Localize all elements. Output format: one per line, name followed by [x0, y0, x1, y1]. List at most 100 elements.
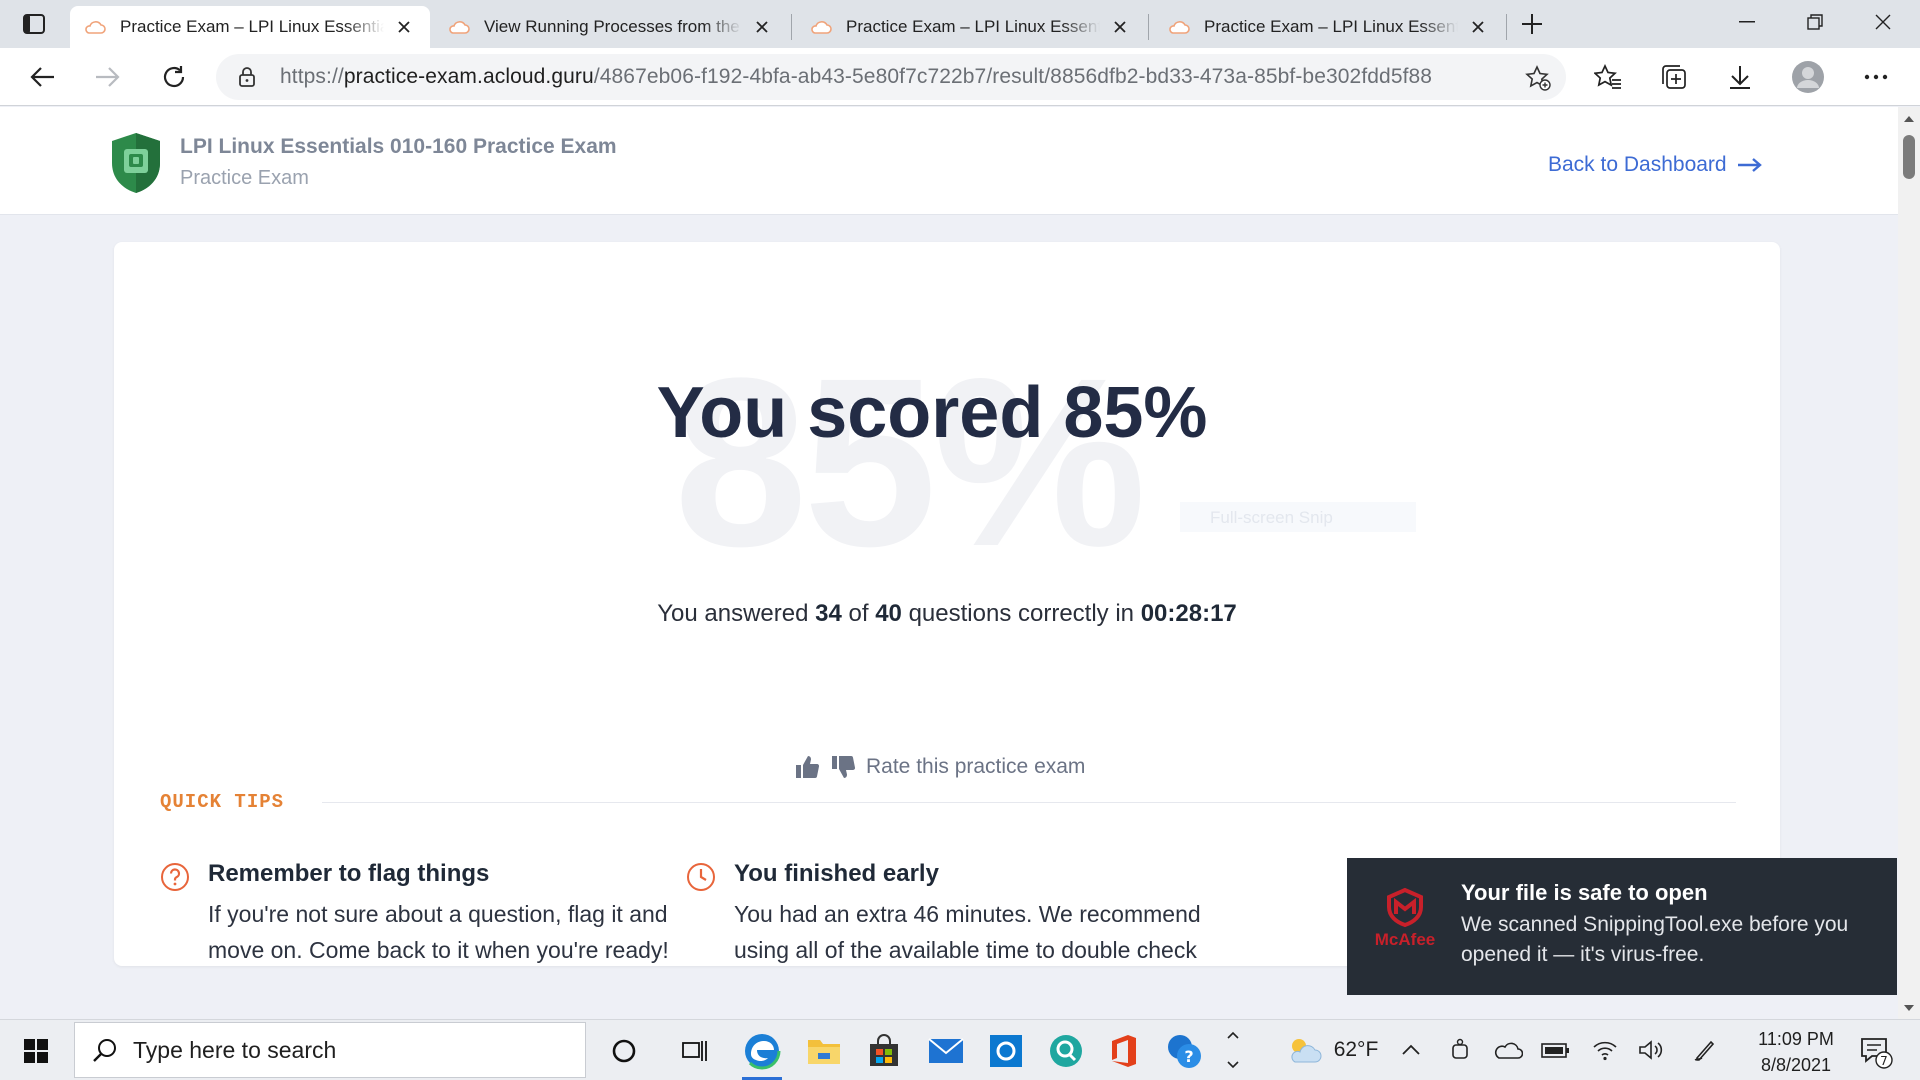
rate-exam-label[interactable]: Rate this practice exam [866, 755, 1085, 779]
minimize-button[interactable] [1714, 0, 1780, 44]
question-circle-icon [161, 863, 189, 891]
quick-tips-heading: QUICK TIPS [160, 791, 285, 813]
wifi-icon[interactable] [1588, 1030, 1622, 1070]
address-bar: https://practice-exam.acloud.guru/4867eb… [0, 48, 1920, 106]
arrow-right-icon [1737, 157, 1763, 173]
mcafee-toast[interactable]: McAfee Your file is safe to open We scan… [1347, 858, 1897, 995]
tab-separator [1506, 14, 1507, 40]
refresh-button[interactable] [154, 59, 194, 95]
exam-subtitle: Practice Exam [180, 167, 309, 189]
cloud-icon [449, 21, 470, 34]
office-icon[interactable] [1098, 1026, 1150, 1076]
toast-title: Your file is safe to open [1461, 880, 1708, 905]
cortana-icon[interactable] [598, 1026, 650, 1076]
pen-ink-workspace-icon[interactable] [1688, 1030, 1722, 1070]
search-icon [91, 1036, 119, 1064]
collections-icon[interactable] [1654, 59, 1694, 95]
tab-separator [1148, 14, 1149, 40]
tab-title: Practice Exam – LPI Linux Essentials 010… [846, 17, 1100, 36]
lock-icon[interactable] [236, 65, 258, 89]
toast-body: We scanned SnippingTool.exe before you o… [1461, 913, 1849, 966]
thumbs-down-icon[interactable] [830, 754, 856, 780]
page-content: LPI Linux Essentials 010-160 Practice Ex… [0, 107, 1898, 1019]
taskbar-overflow-icon[interactable] [1220, 1024, 1246, 1076]
back-to-dashboard-label: Back to Dashboard [1548, 153, 1727, 176]
get-help-icon[interactable]: ? [1158, 1026, 1210, 1076]
thumbs-up-icon[interactable] [794, 754, 820, 780]
restore-button[interactable] [1782, 0, 1848, 44]
scroll-thumb[interactable] [1903, 135, 1915, 179]
tab-title: View Running Processes from the Command … [484, 17, 742, 36]
close-icon[interactable] [1108, 15, 1132, 39]
back-button[interactable] [22, 59, 62, 95]
weather-temperature[interactable]: 62°F [1326, 1030, 1386, 1070]
exam-title: LPI Linux Essentials 010-160 Practice Ex… [180, 135, 617, 158]
edge-browser-icon[interactable] [736, 1026, 788, 1080]
cloud-icon [811, 21, 832, 34]
notification-count: 7 [1880, 1054, 1888, 1068]
favorites-icon[interactable] [1588, 59, 1628, 95]
mcafee-brand: McAfee [1374, 930, 1436, 949]
tab-view-running-processes[interactable]: View Running Processes from the Command … [434, 6, 788, 48]
tab-separator [791, 14, 792, 40]
cloud-icon [1169, 21, 1190, 34]
show-hidden-icons-chevron-icon[interactable] [1396, 1030, 1426, 1070]
score-detail: You answered 34 of 40 questions correctl… [657, 600, 1237, 627]
blue-app-icon[interactable] [980, 1026, 1032, 1076]
more-options-icon[interactable] [1856, 59, 1896, 95]
close-icon[interactable] [392, 15, 416, 39]
clock-time: 11:09 PM [1758, 1029, 1834, 1049]
back-to-dashboard-link[interactable]: Back to Dashboard [1548, 153, 1763, 177]
weather-cloud-sun-icon[interactable] [1278, 1030, 1330, 1070]
rate-exam: Rate this practice exam [794, 754, 1085, 780]
new-tab-button[interactable] [1514, 8, 1550, 40]
url-field[interactable]: https://practice-exam.acloud.guru/4867eb… [216, 54, 1566, 100]
close-window-button[interactable] [1850, 0, 1916, 44]
scroll-up-arrow-icon[interactable] [1898, 109, 1920, 127]
onedrive-icon[interactable] [1490, 1030, 1526, 1070]
tip-title: Remember to flag things [208, 860, 490, 887]
divider [322, 802, 1736, 803]
mail-icon[interactable] [920, 1026, 972, 1076]
windows-start-icon[interactable] [14, 1032, 58, 1070]
scroll-down-arrow-icon[interactable] [1898, 999, 1920, 1017]
url-text: https://practice-exam.acloud.guru/4867eb… [280, 65, 1433, 88]
forward-button[interactable] [88, 59, 128, 95]
taskbar-clock[interactable]: 11:09 PM 8/8/2021 [1744, 1026, 1848, 1078]
meet-now-icon[interactable] [1444, 1030, 1478, 1070]
tip-body: You had an extra 46 minutes. We recommen… [734, 901, 1201, 963]
tab-bar: Practice Exam – LPI Linux Essentials 010… [0, 0, 1920, 48]
volume-icon[interactable] [1634, 1030, 1668, 1070]
tab-actions-icon[interactable] [14, 8, 54, 40]
elapsed-time: 00:28:17 [1140, 600, 1237, 627]
vertical-scrollbar[interactable] [1898, 107, 1920, 1019]
tab-practice-exam-active[interactable]: Practice Exam – LPI Linux Essentials 010… [70, 6, 430, 48]
snip-ghost-label: Full-screen Snip [1180, 502, 1416, 532]
close-icon[interactable] [1466, 15, 1490, 39]
taskbar: Type here to search ? 62°F 11:09 PM 8/8/… [0, 1019, 1920, 1080]
tab-practice-exam-3[interactable]: Practice Exam – LPI Linux Essentials 010… [1154, 6, 1504, 48]
search-placeholder: Type here to search [133, 1036, 337, 1063]
file-explorer-icon[interactable] [798, 1026, 850, 1076]
tab-practice-exam-2[interactable]: Practice Exam – LPI Linux Essentials 010… [796, 6, 1146, 48]
correct-count: 34 [815, 600, 842, 627]
battery-icon[interactable] [1538, 1030, 1574, 1070]
svg-text:?: ? [1184, 1047, 1193, 1066]
tip-body: If you're not sure about a question, fla… [208, 901, 669, 963]
notification-center-icon[interactable]: 7 [1856, 1032, 1896, 1072]
close-icon[interactable] [750, 15, 774, 39]
cloud-icon [85, 21, 106, 34]
taskbar-search-input[interactable]: Type here to search [74, 1022, 586, 1078]
tab-title: Practice Exam – LPI Linux Essentials 010… [120, 17, 384, 36]
microsoft-store-icon[interactable] [858, 1026, 910, 1076]
score-heading: You scored 85% [656, 373, 1208, 453]
quick-assist-icon[interactable] [1040, 1026, 1092, 1076]
add-favorite-icon[interactable] [1524, 64, 1552, 92]
downloads-icon[interactable] [1720, 59, 1760, 95]
site-header: LPI Linux Essentials 010-160 Practice Ex… [0, 107, 1898, 215]
clock-date: 8/8/2021 [1760, 1055, 1832, 1075]
task-view-icon[interactable] [670, 1026, 722, 1076]
shield-logo-icon [112, 133, 160, 193]
clock-icon [687, 863, 715, 891]
profile-avatar-icon[interactable] [1788, 59, 1828, 95]
